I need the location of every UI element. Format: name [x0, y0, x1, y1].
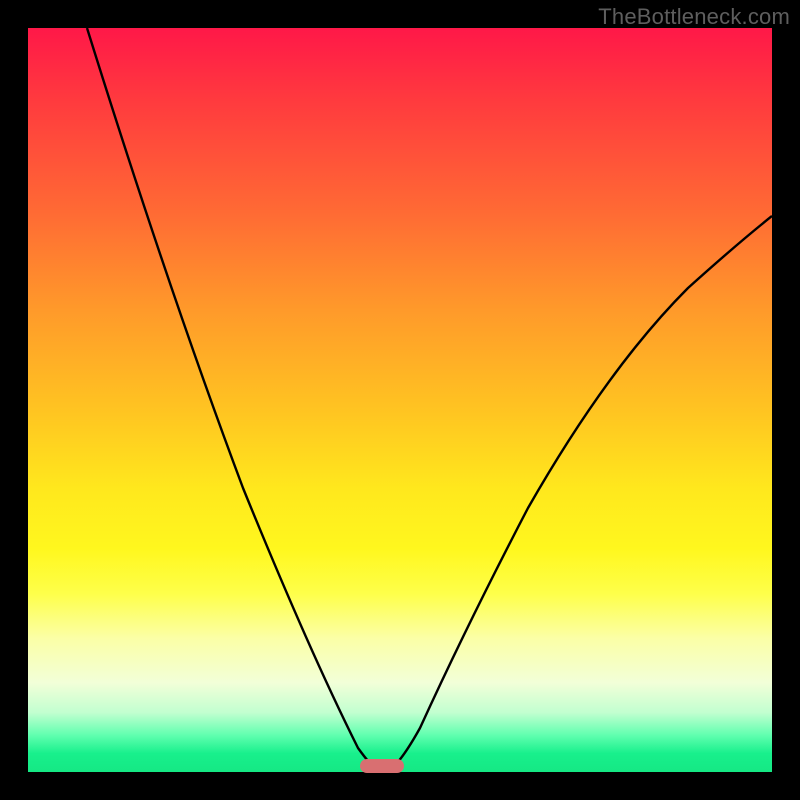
bottleneck-curve [28, 28, 772, 772]
watermark-text: TheBottleneck.com [598, 4, 790, 30]
chart-frame: TheBottleneck.com [0, 0, 800, 800]
plot-area [28, 28, 772, 772]
curve-right-branch [388, 216, 772, 771]
optimum-marker [360, 759, 404, 773]
curve-left-branch [87, 28, 378, 771]
